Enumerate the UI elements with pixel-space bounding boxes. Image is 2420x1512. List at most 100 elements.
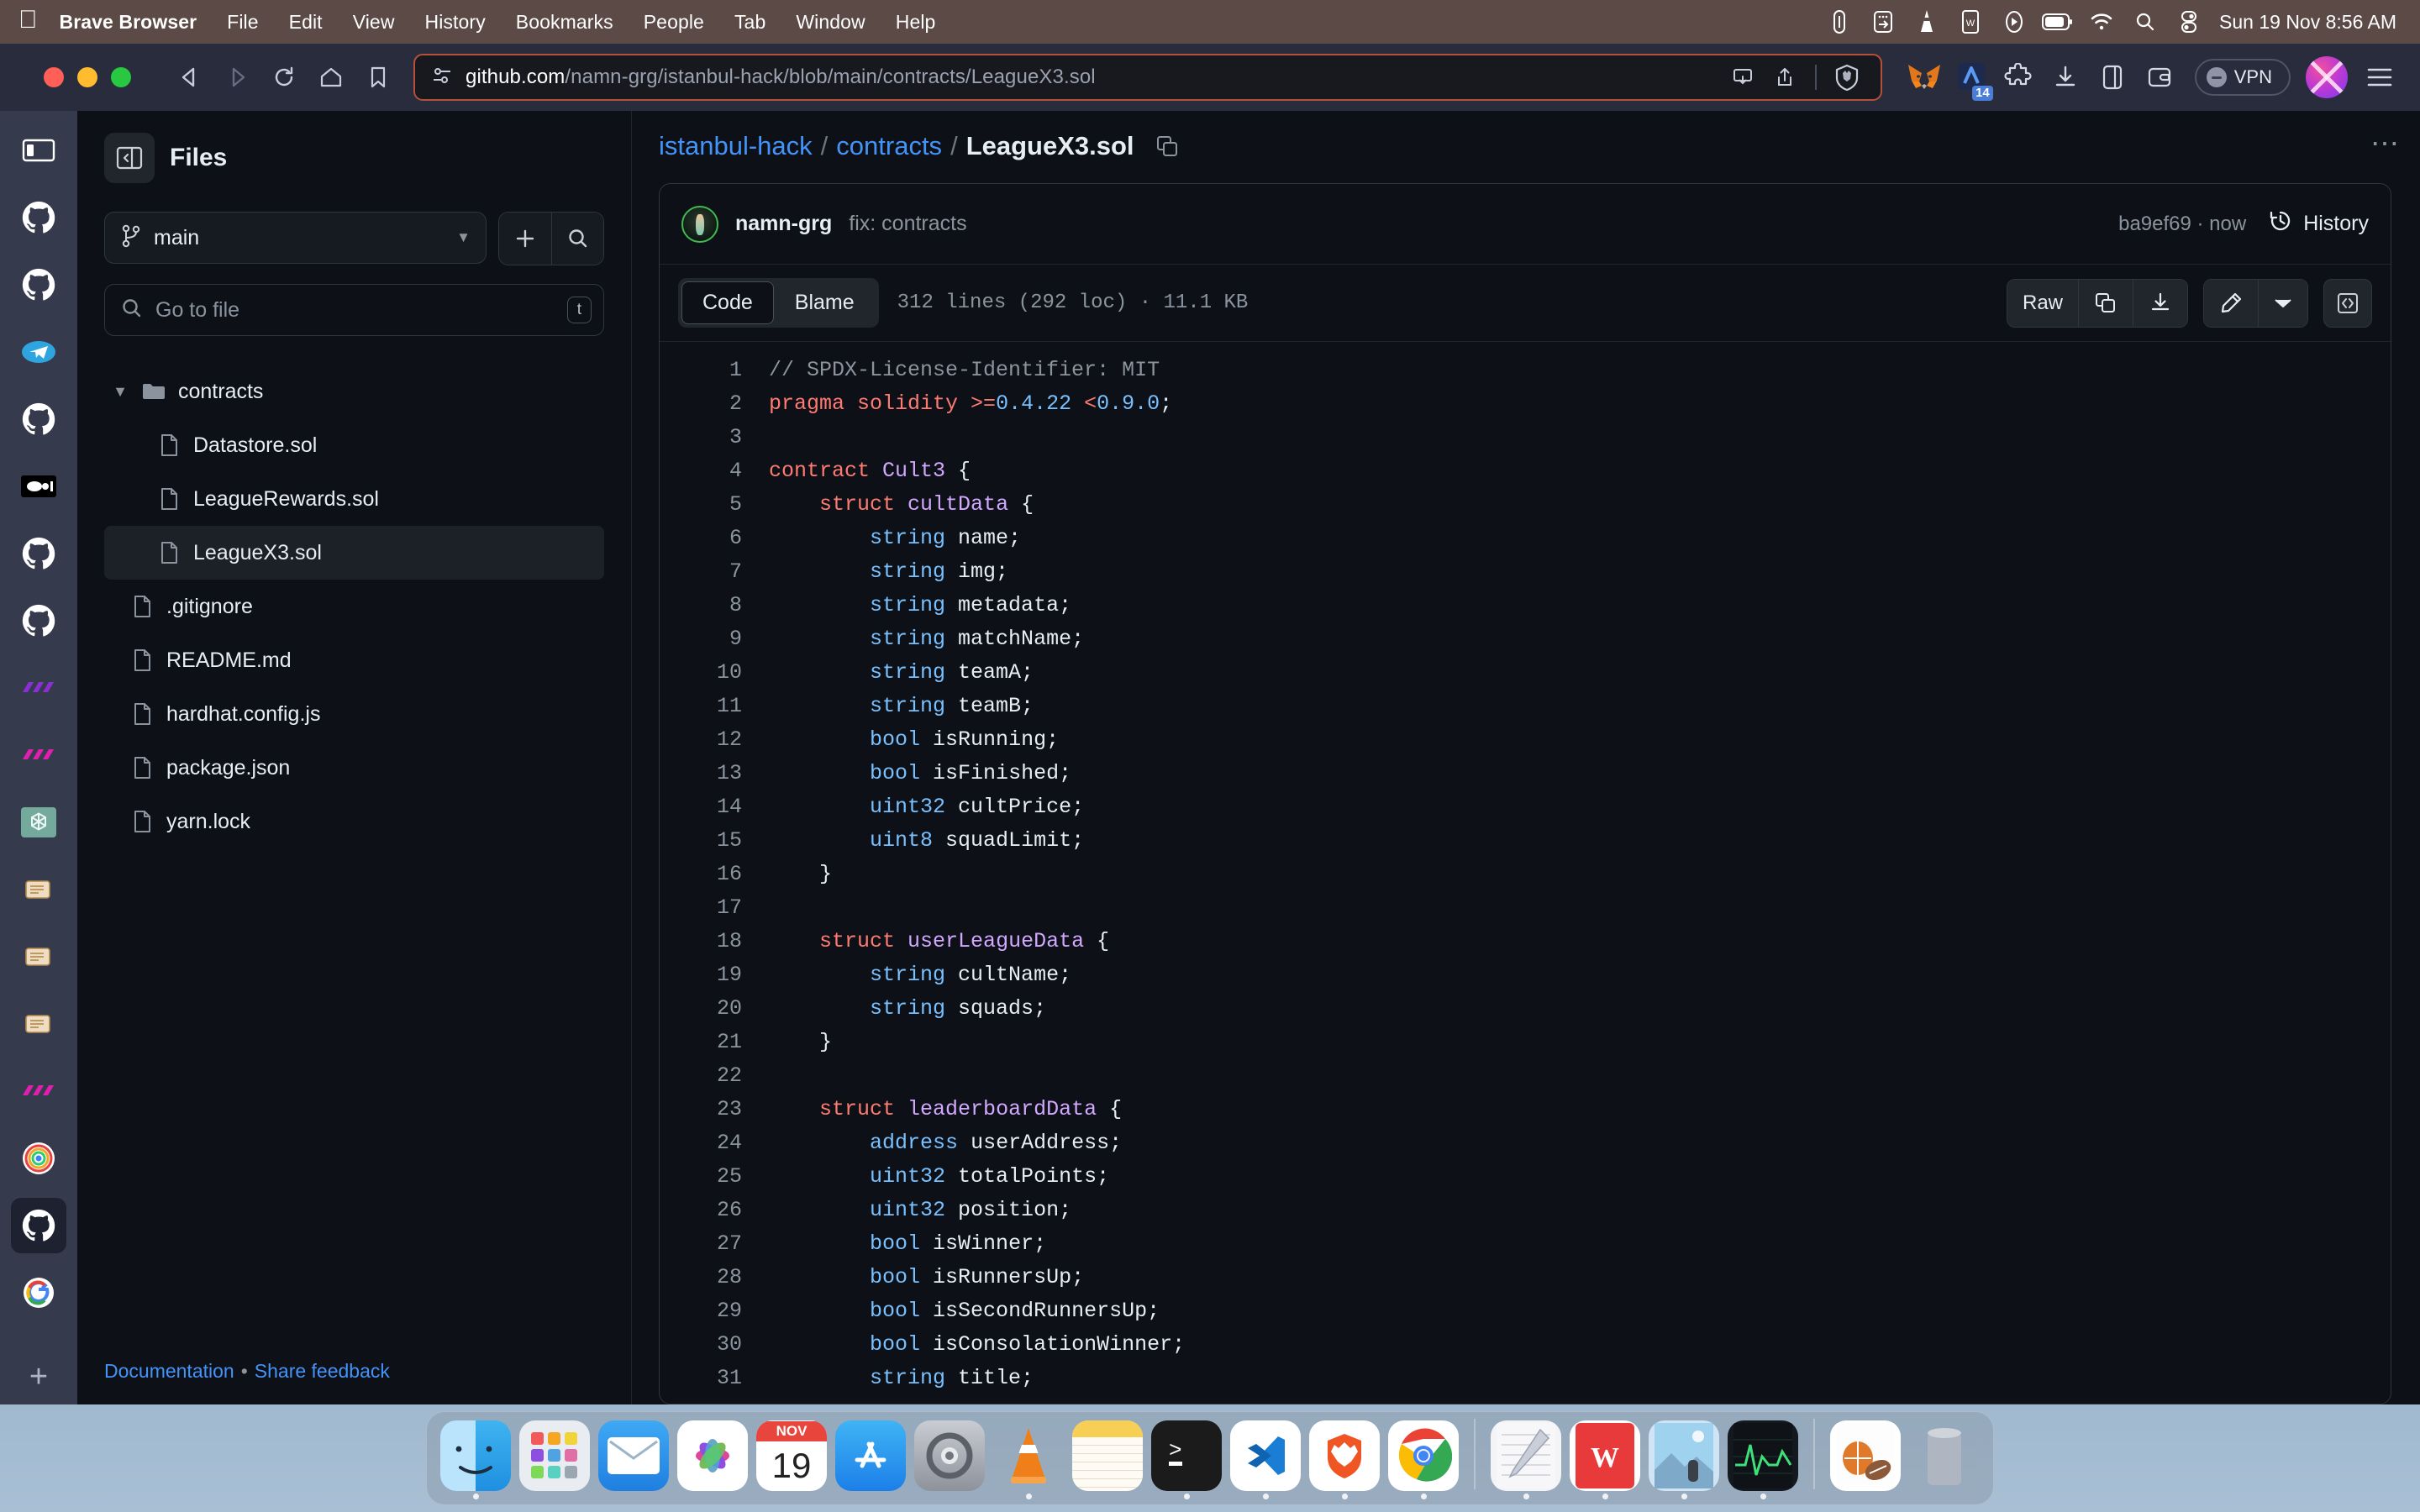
tree-item-hardhat-config-js[interactable]: hardhat.config.js <box>104 687 604 741</box>
line-number[interactable]: 22 <box>660 1059 769 1093</box>
line-number[interactable]: 27 <box>660 1227 769 1261</box>
line-number[interactable]: 6 <box>660 522 769 555</box>
dock-item-brave[interactable] <box>1307 1419 1381 1499</box>
dock-item-notes[interactable] <box>1071 1419 1144 1499</box>
line-number[interactable]: 14 <box>660 790 769 824</box>
copy-path-icon[interactable] <box>1155 134 1180 159</box>
dock-item-mail[interactable] <box>597 1419 671 1499</box>
menu-history[interactable]: History <box>410 11 501 34</box>
line-content[interactable]: string cultName; <box>769 958 1071 992</box>
bookmark-icon[interactable] <box>355 54 402 101</box>
site-settings-icon[interactable] <box>430 64 454 92</box>
dock-item-vlc[interactable] <box>992 1419 1065 1499</box>
new-tab-button[interactable]: + <box>11 1349 66 1404</box>
add-file-button[interactable] <box>499 213 551 265</box>
line-number[interactable]: 7 <box>660 555 769 589</box>
dock-item-vscode[interactable] <box>1228 1419 1302 1499</box>
search-files-button[interactable] <box>551 213 603 265</box>
battery-icon[interactable] <box>2036 5 2080 39</box>
raw-button[interactable]: Raw <box>2007 279 2078 327</box>
forward-arrow-icon[interactable] <box>213 54 260 101</box>
tab-telegram[interactable] <box>11 324 66 380</box>
tab-github-4[interactable] <box>11 526 66 581</box>
tree-item-yarn-lock[interactable]: yarn.lock <box>104 795 604 848</box>
tab-openai[interactable] <box>11 795 66 850</box>
tab-docs-2[interactable] <box>11 929 66 984</box>
sidebar-toggle-icon[interactable] <box>2091 55 2134 99</box>
collapse-panel-icon[interactable] <box>104 133 155 183</box>
menu-brave-browser[interactable]: Brave Browser <box>60 11 213 34</box>
line-content[interactable]: contract Cult3 { <box>769 454 971 488</box>
line-number[interactable]: 30 <box>660 1328 769 1362</box>
dock-item-wps-office[interactable]: W <box>1568 1419 1642 1499</box>
tab-docs-1[interactable] <box>11 862 66 917</box>
dock-item-preview[interactable] <box>1647 1419 1721 1499</box>
line-number[interactable]: 18 <box>660 925 769 958</box>
tree-item-leaguex3-sol[interactable]: LeagueX3.sol <box>104 526 604 580</box>
line-number[interactable]: 19 <box>660 958 769 992</box>
line-number[interactable]: 20 <box>660 992 769 1026</box>
home-icon[interactable] <box>308 54 355 101</box>
commit-author[interactable]: namn-grg <box>735 212 832 236</box>
line-number[interactable]: 31 <box>660 1362 769 1395</box>
line-number[interactable]: 5 <box>660 488 769 522</box>
line-content[interactable]: string metadata; <box>769 589 1071 622</box>
menu-help[interactable]: Help <box>881 11 951 34</box>
dock-item-downloads-stack[interactable] <box>1828 1419 1902 1499</box>
tab-polygon-1[interactable] <box>11 660 66 716</box>
tree-item-gitignore[interactable]: .gitignore <box>104 580 604 633</box>
calendar-extension-icon[interactable]: 14 <box>1949 55 1993 101</box>
line-content[interactable]: uint32 totalPoints; <box>769 1160 1109 1194</box>
line-content[interactable]: string matchName; <box>769 622 1084 656</box>
metamask-extension-icon[interactable] <box>1902 55 1946 99</box>
share-icon[interactable] <box>1766 59 1803 96</box>
tab-github-active[interactable] <box>11 1198 66 1253</box>
save-to-device-icon[interactable] <box>1724 59 1761 96</box>
tree-item-leaguerewards-sol[interactable]: LeagueRewards.sol <box>104 472 604 526</box>
share-feedback-link[interactable]: Share feedback <box>255 1360 390 1382</box>
line-content[interactable]: string name; <box>769 522 1021 555</box>
close-window-button[interactable] <box>44 67 64 87</box>
brave-shields-icon[interactable] <box>1828 59 1865 96</box>
line-content[interactable]: string teamA; <box>769 656 1034 690</box>
line-number[interactable]: 21 <box>660 1026 769 1059</box>
dock-item-terminal[interactable]: > <box>1150 1419 1223 1499</box>
vlc-cone-icon[interactable] <box>1905 5 1949 39</box>
dock-item-launchpad[interactable] <box>518 1419 592 1499</box>
line-number[interactable]: 8 <box>660 589 769 622</box>
dock-item-system-settings[interactable] <box>913 1419 986 1499</box>
profile-avatar[interactable] <box>2306 56 2348 98</box>
vpn-toggle[interactable]: VPN <box>2194 59 2291 96</box>
line-content[interactable]: uint8 squadLimit; <box>769 824 1084 858</box>
line-number[interactable]: 23 <box>660 1093 769 1126</box>
line-content[interactable]: string teamB; <box>769 690 1034 723</box>
dock-item-photos[interactable] <box>676 1419 750 1499</box>
line-content[interactable]: address userAddress; <box>769 1126 1122 1160</box>
code-viewer[interactable]: 1// SPDX-License-Identifier: MIT 2 pragma … <box>660 342 2391 1404</box>
minimize-window-button[interactable] <box>77 67 97 87</box>
edit-pencil-icon[interactable] <box>2204 279 2258 327</box>
line-content[interactable]: // SPDX-License-Identifier: MIT <box>769 354 1160 387</box>
tab-polygon-3[interactable] <box>11 1063 66 1119</box>
tree-item-contracts[interactable]: ▼ contracts <box>104 365 604 418</box>
address-bar[interactable]: github.com/namn-grg/istanbul-hack/blob/m… <box>413 54 1882 101</box>
address-bar-url[interactable]: github.com/namn-grg/istanbul-hack/blob/m… <box>466 66 1096 89</box>
line-number[interactable]: 2 <box>660 387 769 421</box>
line-content[interactable]: struct cultData { <box>769 488 1034 522</box>
tab-github-3[interactable] <box>11 391 66 447</box>
dock-item-calendar[interactable]: NOV 19 <box>755 1419 829 1499</box>
line-content[interactable]: pragma solidity >=0.4.22 <0.9.0; <box>769 387 1172 421</box>
reload-icon[interactable] <box>260 54 308 101</box>
line-content[interactable]: bool isSecondRunnersUp; <box>769 1294 1160 1328</box>
commit-message[interactable]: fix: contracts <box>849 212 966 236</box>
wifi-icon[interactable] <box>2080 5 2123 39</box>
hamburger-menu-icon[interactable] <box>2358 55 2402 99</box>
avatar[interactable] <box>681 205 718 243</box>
commit-hash-time[interactable]: ba9ef69 · now <box>2118 213 2246 236</box>
dock-item-chrome[interactable] <box>1386 1419 1460 1499</box>
tab-docs-3[interactable] <box>11 996 66 1052</box>
line-number[interactable]: 4 <box>660 454 769 488</box>
line-content[interactable]: uint32 position; <box>769 1194 1071 1227</box>
line-number[interactable]: 24 <box>660 1126 769 1160</box>
line-content[interactable]: bool isRunning; <box>769 723 1059 757</box>
